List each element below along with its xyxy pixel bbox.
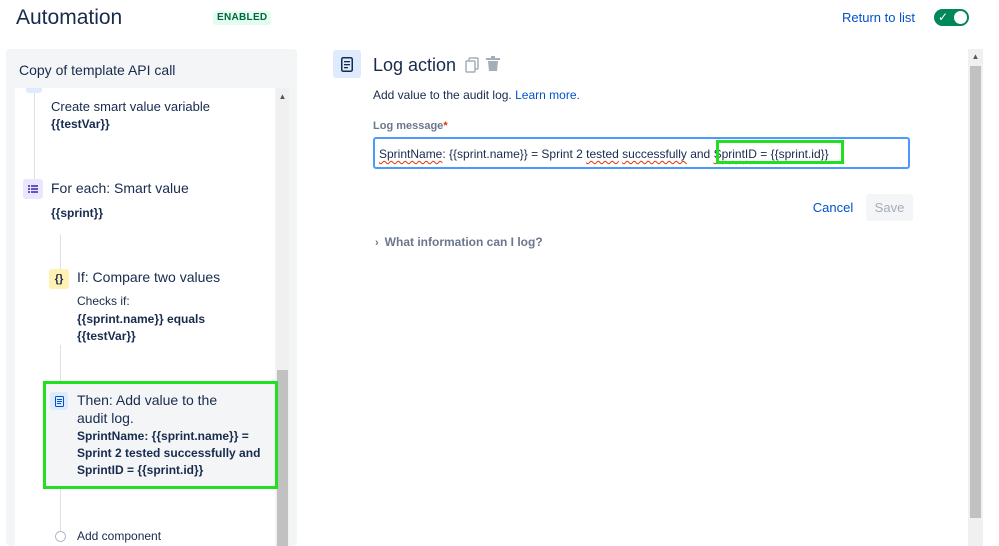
- scroll-up-arrow-icon[interactable]: ▲: [277, 92, 288, 101]
- step-create-variable-label[interactable]: Create smart value variable: [51, 98, 210, 115]
- log-text-segment: : {{sprint.name}} = Sprint 2: [442, 147, 587, 161]
- step-icon-partial: [26, 88, 42, 93]
- add-component-circle-icon[interactable]: [55, 531, 66, 542]
- return-to-list-link[interactable]: Return to list: [842, 10, 915, 25]
- log-text-sprintname: SprintName: [379, 147, 443, 161]
- copy-icon[interactable]: [465, 57, 479, 73]
- document-icon: [50, 392, 68, 410]
- log-text-tested: tested: [586, 147, 619, 161]
- step-then-label-line-2[interactable]: audit log.: [77, 410, 134, 427]
- connector-line: [60, 345, 61, 382]
- step-then-value-line-2: Sprint 2 tested successfully and: [77, 446, 261, 460]
- step-if-sub: Checks if:: [77, 294, 130, 308]
- log-action-icon: [333, 50, 361, 78]
- toggle-knob: [954, 11, 967, 24]
- description-text: Add value to the audit log.: [373, 88, 512, 102]
- chevron-right-icon: ›: [375, 237, 379, 249]
- log-info-expander[interactable]: › What information can I log?: [375, 235, 543, 249]
- step-then-value-line-1: SprintName: {{sprint.name}} =: [77, 429, 249, 443]
- log-text-successfully: successfully: [622, 147, 687, 161]
- cancel-button[interactable]: Cancel: [808, 194, 858, 221]
- rule-scrollbar-thumb[interactable]: [277, 370, 288, 546]
- connector-line: [34, 88, 35, 184]
- required-mark: *: [443, 120, 448, 132]
- check-icon: ✓: [938, 10, 949, 24]
- status-badge: ENABLED: [213, 11, 272, 25]
- action-title: Log action: [373, 55, 457, 75]
- braces-icon: {}: [49, 269, 69, 289]
- save-button[interactable]: Save: [866, 194, 913, 221]
- step-for-each-value: {{sprint}}: [51, 206, 104, 220]
- log-info-expander-label: What information can I log?: [384, 235, 543, 249]
- list-icon: [23, 179, 43, 199]
- step-then-label-line-1[interactable]: Then: Add value to the: [77, 392, 217, 409]
- log-text-and: and: [686, 147, 714, 161]
- add-component-link[interactable]: Add component: [77, 528, 161, 545]
- enable-toggle[interactable]: ✓: [934, 9, 969, 26]
- action-description: Add value to the audit log. Learn more.: [373, 88, 580, 102]
- log-message-label: Log message*: [373, 120, 448, 132]
- log-message-label-text: Log message: [373, 120, 444, 132]
- step-if-condition-line-1: {{sprint.name}} equals: [77, 312, 206, 326]
- step-create-variable-value: {{testVar}}: [51, 117, 110, 131]
- learn-more-link[interactable]: Learn more.: [515, 88, 580, 102]
- main-scrollbar-thumb[interactable]: [970, 66, 981, 518]
- trash-icon[interactable]: [486, 56, 500, 72]
- step-if-label[interactable]: If: Compare two values: [77, 269, 220, 286]
- connector-line: [60, 486, 61, 532]
- step-if-condition-line-2: {{testVar}}: [77, 329, 136, 343]
- step-for-each-label[interactable]: For each: Smart value: [51, 180, 189, 197]
- page-title: Automation: [16, 6, 123, 29]
- step-then-value-line-3: SprintID = {{sprint.id}}: [77, 463, 204, 477]
- rule-title: Copy of template API call: [19, 62, 176, 78]
- sprintid-highlight: [716, 140, 844, 164]
- main-scroll-up-arrow-icon[interactable]: ▲: [970, 52, 981, 61]
- connector-line: [60, 234, 61, 274]
